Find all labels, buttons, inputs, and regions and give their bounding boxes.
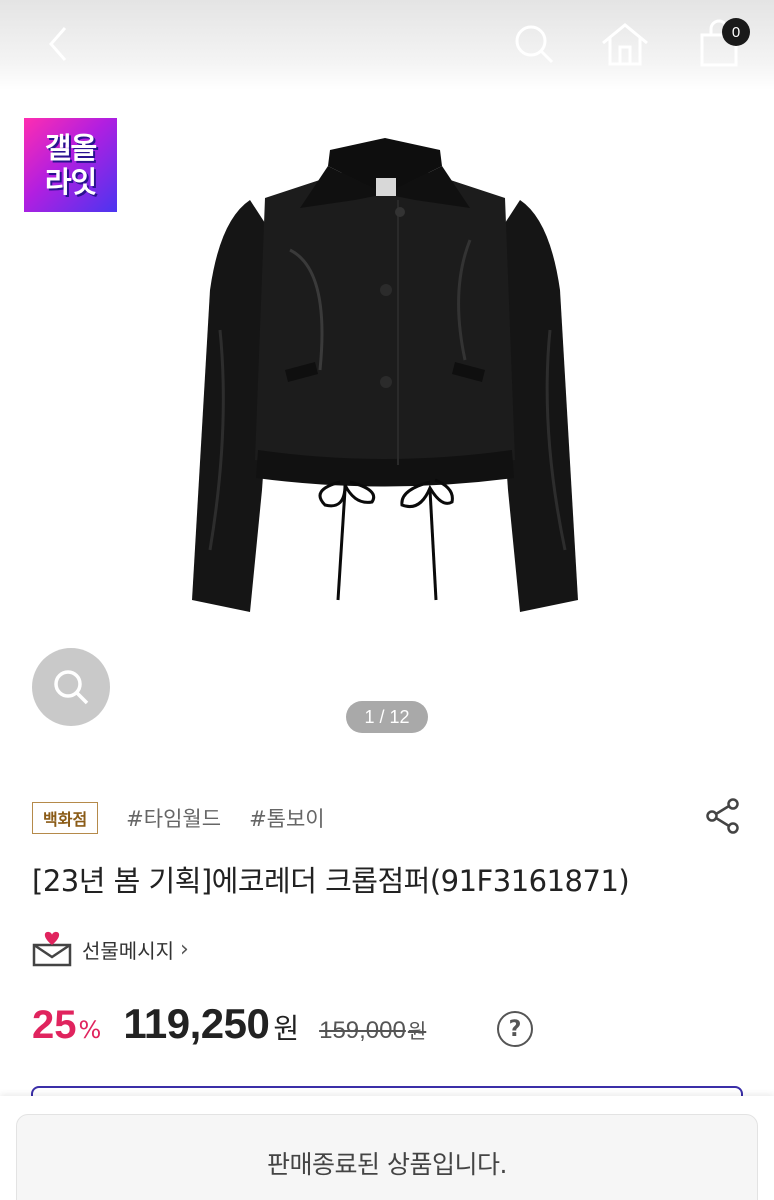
gift-envelope-icon (32, 931, 72, 967)
gift-message-label: 선물메시지 (82, 938, 174, 963)
original-price-unit: 원 (407, 1019, 427, 1043)
cart-count-badge: 0 (722, 18, 750, 46)
search-button[interactable] (506, 16, 562, 72)
home-icon (602, 23, 648, 66)
product-tags: 백화점 #타임월드 #톰보이 (32, 802, 325, 834)
product-image-gallery[interactable]: 갤올 라잇 1 / 12 (0, 90, 774, 760)
chevron-left-icon (49, 27, 67, 61)
promo-line-2: 라잇 (44, 165, 97, 199)
share-icon (706, 798, 739, 834)
original-price: 159,000 (319, 1017, 406, 1044)
department-store-badge: 백화점 (32, 802, 99, 834)
promo-line-1: 갤올 (44, 131, 97, 165)
top-navigation-bar: 0 (0, 0, 774, 90)
cart-button[interactable]: 0 (688, 16, 750, 72)
sale-price-unit: 원 (273, 1012, 300, 1045)
search-icon (515, 25, 554, 64)
home-button[interactable] (597, 16, 653, 72)
share-button[interactable] (702, 795, 744, 837)
promo-badge[interactable]: 갤올 라잇 (24, 118, 117, 212)
sold-out-button: 판매종료된 상품입니다. (16, 1114, 758, 1200)
jacket-product-image (192, 138, 578, 612)
zoom-button[interactable] (32, 648, 110, 726)
chevron-right-icon: › (180, 936, 189, 962)
price-help-icon[interactable]: ? (497, 1011, 533, 1047)
zoom-icon (54, 670, 89, 705)
product-title: [23년 봄 기획]에코레더 크롭점퍼(91F3161871) (32, 864, 630, 898)
gift-message-link[interactable]: 선물메시지 › (32, 930, 189, 968)
back-button[interactable] (30, 16, 86, 72)
price-row: 25 % 119,250 원 159,000 원 (32, 1000, 426, 1056)
discount-unit: % (78, 1016, 102, 1044)
tag-link[interactable]: #타임월드 (126, 803, 221, 833)
bottom-action-bar: 판매종료된 상품입니다. (0, 1096, 774, 1200)
discount-rate: 25 (32, 1003, 77, 1047)
tag-link[interactable]: #톰보이 (249, 803, 325, 833)
image-pager: 1 / 12 (346, 701, 428, 733)
sale-price: 119,250 (123, 1000, 270, 1047)
